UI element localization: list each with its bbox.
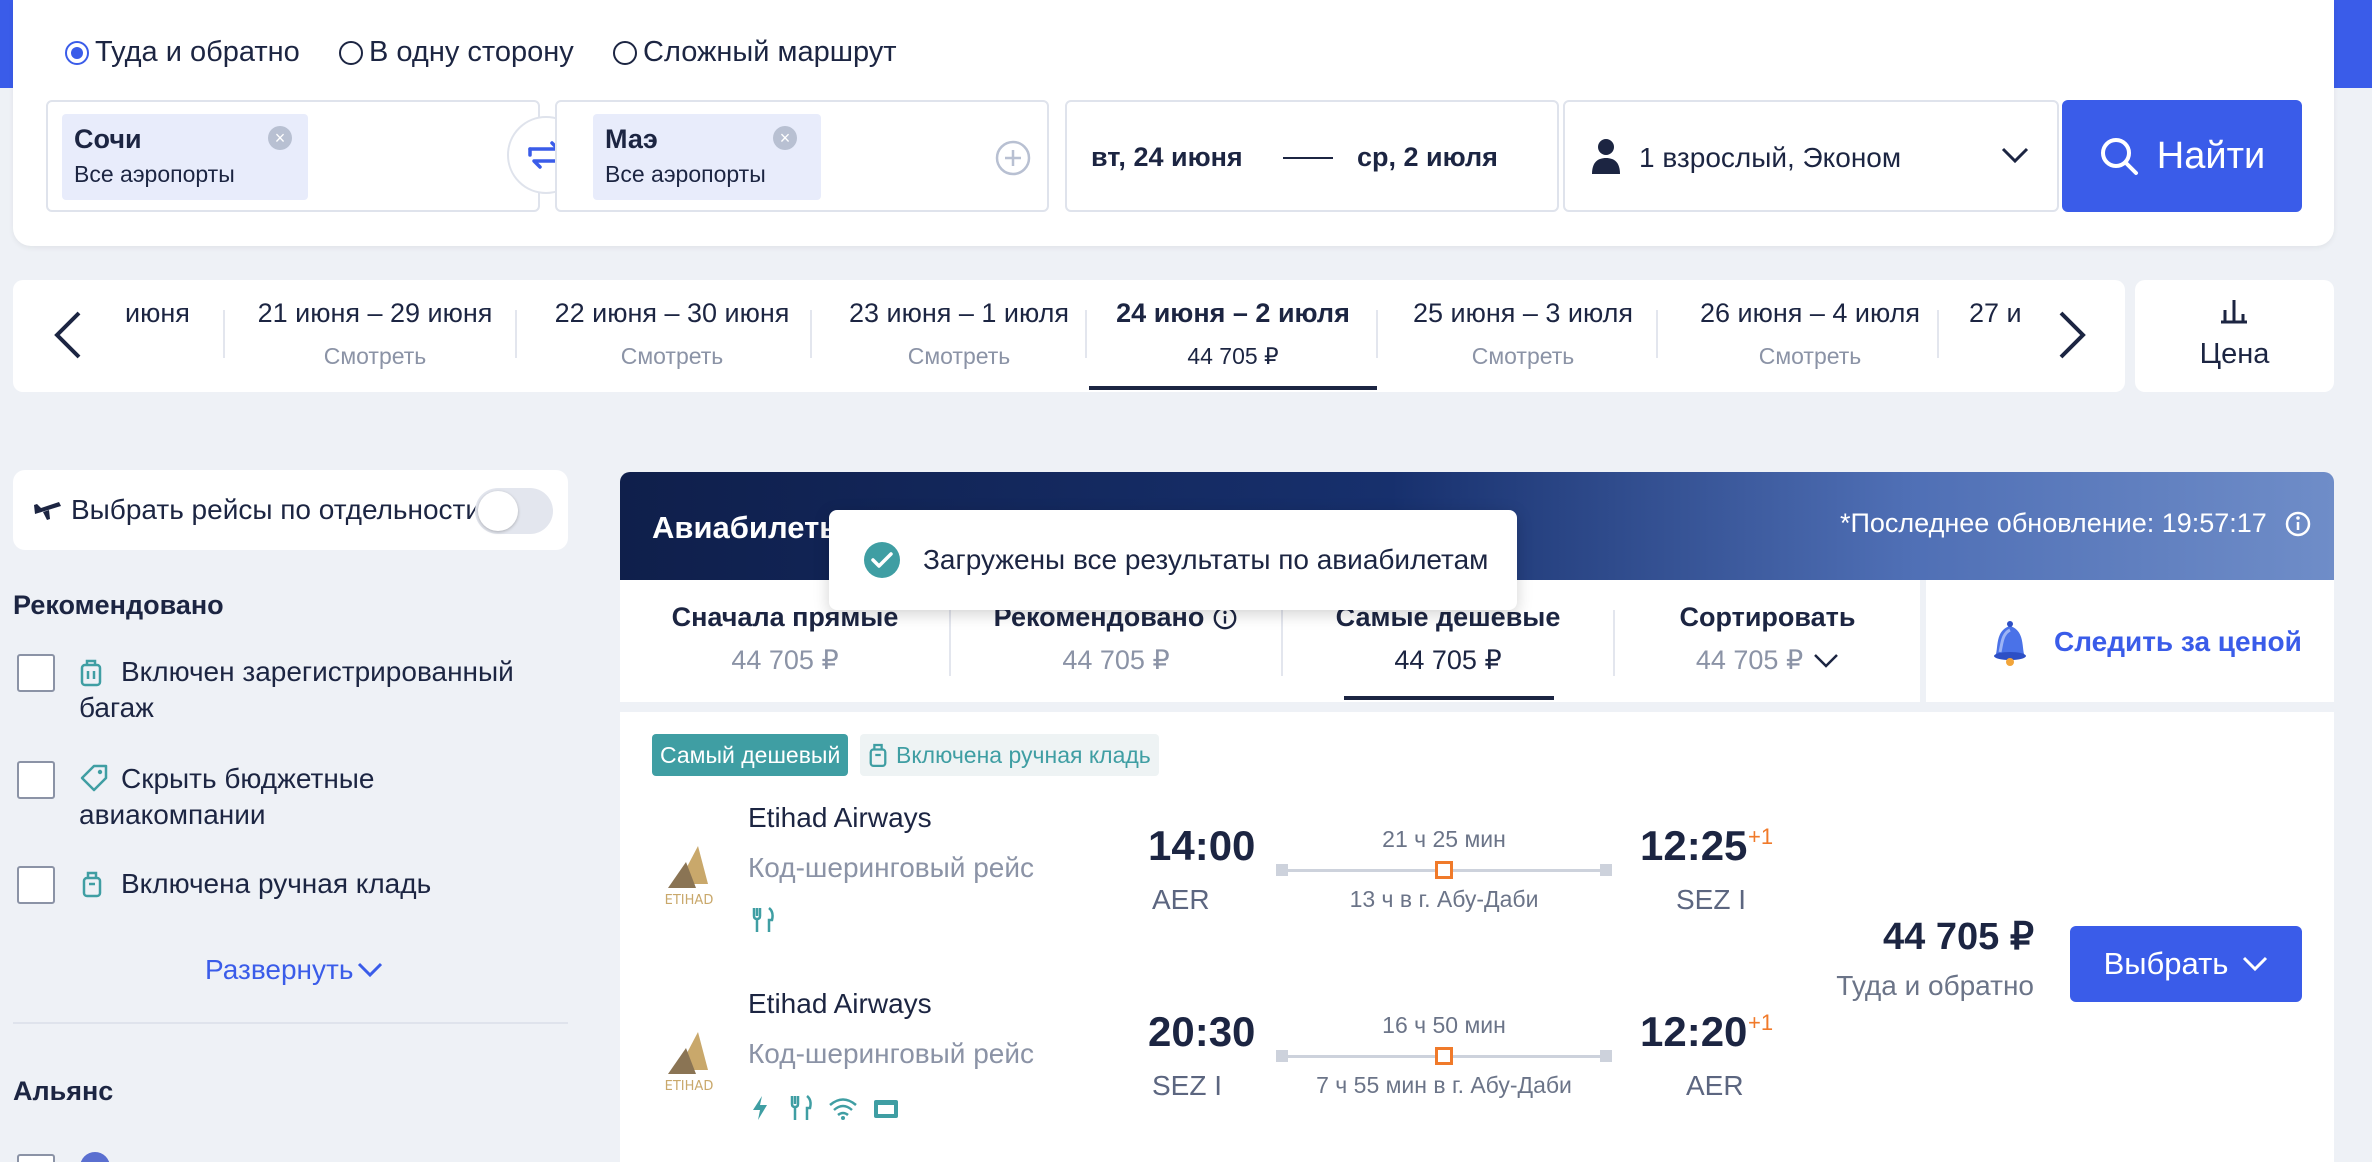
radio-empty-icon: [339, 40, 363, 65]
date-range-carousel: июня 21 июня – 29 июня Смотреть 22 июня …: [13, 280, 2125, 392]
bar-chart-icon: [2221, 300, 2247, 324]
offer-price: 44 705 ₽: [1883, 916, 2034, 958]
checkbox[interactable]: [17, 654, 55, 692]
tag-icon: [80, 764, 108, 792]
last-update: *Последнее обновление: 19:57:17: [1840, 508, 2267, 538]
chevron-down-icon: [2001, 147, 2029, 164]
return-date: ср, 2 июля: [1357, 142, 1498, 172]
results-title: Авиабилеты: [652, 510, 846, 545]
route-end-dot: [1600, 864, 1612, 876]
divider: [1937, 310, 1939, 358]
search-icon: [2100, 138, 2138, 175]
power-icon: [753, 1096, 767, 1120]
expand-filters-link[interactable]: Развернуть: [205, 954, 383, 986]
radio-empty-icon: [613, 40, 637, 65]
suitcase-icon: [80, 659, 102, 687]
svg-text:ETIHAD: ETIHAD: [665, 893, 714, 908]
date-range-item[interactable]: 27 и: [1969, 298, 2025, 329]
active-underline: [1344, 696, 1554, 700]
plane-icon: [34, 502, 61, 520]
destination-field[interactable]: Маэ Все аэропорты ×: [555, 100, 1049, 212]
clear-origin-icon[interactable]: ×: [268, 126, 292, 150]
divider: [515, 310, 517, 358]
date-range-item[interactable]: 26 июня – 4 июля Смотреть: [1665, 298, 1955, 370]
divider: [1376, 310, 1378, 358]
route-end-dot: [1600, 1050, 1612, 1062]
follow-price-button[interactable]: Следить за ценой: [1926, 580, 2334, 702]
passengers-field[interactable]: 1 взрослый, Эконом: [1563, 100, 2059, 212]
switch-knob: [478, 491, 518, 531]
date-range-item[interactable]: июня: [125, 298, 205, 329]
origin-field[interactable]: Сочи Все аэропорты ×: [46, 100, 540, 212]
date-range-item[interactable]: 25 июня – 3 июля Смотреть: [1385, 298, 1661, 370]
price-chart-toggle[interactable]: Цена: [2135, 280, 2334, 392]
divider: [1085, 310, 1087, 358]
trip-type-oneway[interactable]: В одну сторону: [339, 36, 574, 69]
trip-type-multi[interactable]: Сложный маршрут: [613, 36, 897, 69]
etihad-logo: ETIHAD: [665, 1032, 714, 1094]
select-offer-button[interactable]: Выбрать: [2070, 926, 2302, 1002]
divider: [13, 1022, 568, 1024]
meal-icon: [752, 907, 774, 932]
search-button[interactable]: Найти: [2062, 100, 2302, 212]
radio-selected-icon: [65, 40, 89, 65]
clear-destination-icon[interactable]: ×: [773, 126, 797, 150]
wifi-icon: [829, 1098, 857, 1120]
checkbox[interactable]: [17, 866, 55, 904]
divider: [810, 310, 812, 358]
results-loaded-toast: Загружены все результаты по авиабилетам: [829, 510, 1517, 610]
meal-icon: [790, 1095, 812, 1120]
trip-type-round[interactable]: Туда и обратно: [65, 36, 300, 69]
check-circle-icon: [864, 542, 900, 578]
etihad-logo: ETIHAD: [665, 846, 714, 908]
add-route-icon[interactable]: [995, 140, 1031, 176]
entertainment-icon: [874, 1100, 898, 1118]
sort-recommended[interactable]: Рекомендовано 44 705 ₽: [951, 602, 1281, 676]
date-range-item-active[interactable]: 24 июня – 2 июля 44 705 ₽: [1089, 298, 1377, 370]
chevron-down-icon: [2243, 956, 2268, 972]
date-separator: [1283, 157, 1333, 159]
sort-cheapest[interactable]: Самые дешевые 44 705 ₽: [1283, 602, 1613, 676]
stopover-marker: [1435, 1047, 1453, 1065]
checkbox[interactable]: [17, 1154, 55, 1162]
next-arrow-icon[interactable]: [2057, 310, 2087, 360]
origin-chip: Сочи Все аэропорты ×: [62, 114, 308, 200]
prev-arrow-icon[interactable]: [53, 310, 83, 360]
separate-flights-switch[interactable]: [475, 488, 553, 534]
date-range-item[interactable]: 21 июня – 29 июня Смотреть: [235, 298, 515, 370]
hand-luggage-icon: [82, 871, 102, 898]
checkbox[interactable]: [17, 761, 55, 799]
sort-dropdown[interactable]: Сортировать 44 705 ₽: [1615, 602, 1920, 676]
chevron-down-icon: [358, 962, 383, 978]
date-range-item[interactable]: 22 июня – 30 июня Смотреть: [529, 298, 815, 370]
stopover-marker: [1435, 861, 1453, 879]
recommended-heading: Рекомендовано: [13, 590, 224, 620]
hand-luggage-badge: Включена ручная кладь: [860, 734, 1159, 776]
divider: [223, 310, 225, 358]
hand-luggage-icon: [869, 743, 887, 768]
price-note: Туда и обратно: [1836, 970, 2034, 1001]
bell-icon: [1994, 621, 2026, 666]
depart-date: вт, 24 июня: [1091, 142, 1243, 172]
flight-offer-card: Самый дешевый Включена ручная кладь ETIH…: [620, 712, 2334, 1162]
active-underline: [1089, 386, 1377, 390]
cheapest-badge: Самый дешевый: [652, 734, 849, 776]
alliance-logo: [80, 1152, 110, 1162]
dates-field[interactable]: вт, 24 июня ср, 2 июля: [1065, 100, 1559, 212]
separate-flights-toggle-row: Выбрать рейсы по отдельности: [13, 470, 568, 550]
chevron-down-icon: [1814, 653, 1839, 668]
sort-direct-first[interactable]: Сначала прямые 44 705 ₽: [620, 602, 950, 676]
destination-chip: Маэ Все аэропорты ×: [593, 114, 821, 200]
date-range-item[interactable]: 23 июня – 1 июля Смотреть: [821, 298, 1097, 370]
search-form: Туда и обратно В одну сторону Сложный ма…: [13, 0, 2334, 246]
svg-text:ETIHAD: ETIHAD: [665, 1079, 714, 1094]
divider: [1656, 310, 1658, 358]
alliance-heading: Альянс: [13, 1076, 114, 1106]
person-icon: [1592, 139, 1620, 174]
info-icon[interactable]: [2284, 510, 2312, 538]
